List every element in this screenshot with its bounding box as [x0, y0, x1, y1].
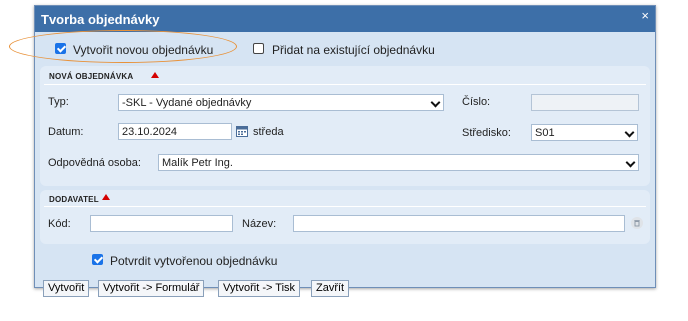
center-select[interactable]: S01 [531, 124, 638, 141]
create-button[interactable]: Vytvořit [43, 280, 90, 297]
required-marker-icon [102, 194, 110, 200]
existing-order-checkbox[interactable] [253, 43, 264, 54]
dialog-titlebar: Tvorba objednávky × [35, 6, 655, 32]
number-label: Číslo: [462, 96, 491, 108]
calendar-icon[interactable] [236, 125, 248, 137]
name-label: Název: [242, 218, 277, 230]
date-label: Datum: [48, 126, 84, 138]
create-print-button[interactable]: Vytvořit -> Tisk [218, 280, 301, 297]
required-marker-icon [151, 72, 159, 78]
type-label: Typ: [48, 96, 69, 108]
center-label: Středisko: [462, 127, 511, 139]
number-field[interactable] [531, 94, 639, 111]
close-button[interactable]: Zavřít [311, 280, 350, 297]
dialog-title: Tvorba objednávky [41, 12, 160, 27]
create-form-button[interactable]: Vytvořit -> Formulář [98, 280, 205, 297]
weekday-text: středa [253, 126, 284, 138]
chevron-down-icon [430, 97, 441, 108]
person-select[interactable]: Malík Petr Ing. [158, 154, 639, 171]
new-order-checkbox[interactable] [55, 43, 66, 54]
code-field[interactable] [90, 215, 233, 232]
type-select[interactable]: -SKL - Vydané objednávky [118, 94, 444, 111]
new-order-section-title: NOVÁ OBJEDNÁVKA [49, 72, 134, 81]
code-label: Kód: [48, 218, 71, 230]
person-label: Odpovědná osoba: [48, 157, 141, 169]
order-dialog: Tvorba objednávky × Vytvořit novou objed… [9, 5, 656, 297]
existing-order-label[interactable]: Přidat na existující objednávku [272, 43, 435, 57]
name-field[interactable] [293, 215, 625, 232]
chevron-down-icon [625, 157, 636, 168]
chevron-down-icon [624, 127, 635, 138]
new-order-section: NOVÁ OBJEDNÁVKA Typ: -SKL - Vydané objed… [40, 66, 650, 186]
close-icon[interactable]: × [641, 8, 649, 23]
new-order-label[interactable]: Vytvořit novou objednávku [73, 43, 213, 57]
trash-icon[interactable] [631, 217, 643, 229]
confirm-label[interactable]: Potvrdit vytvořenou objednávku [110, 254, 277, 268]
confirm-checkbox[interactable] [92, 254, 103, 265]
date-field[interactable]: 23.10.2024 [118, 123, 232, 140]
supplier-section-title: DODAVATEL [49, 195, 99, 204]
supplier-section: DODAVATEL Kód: Název: [40, 190, 650, 244]
